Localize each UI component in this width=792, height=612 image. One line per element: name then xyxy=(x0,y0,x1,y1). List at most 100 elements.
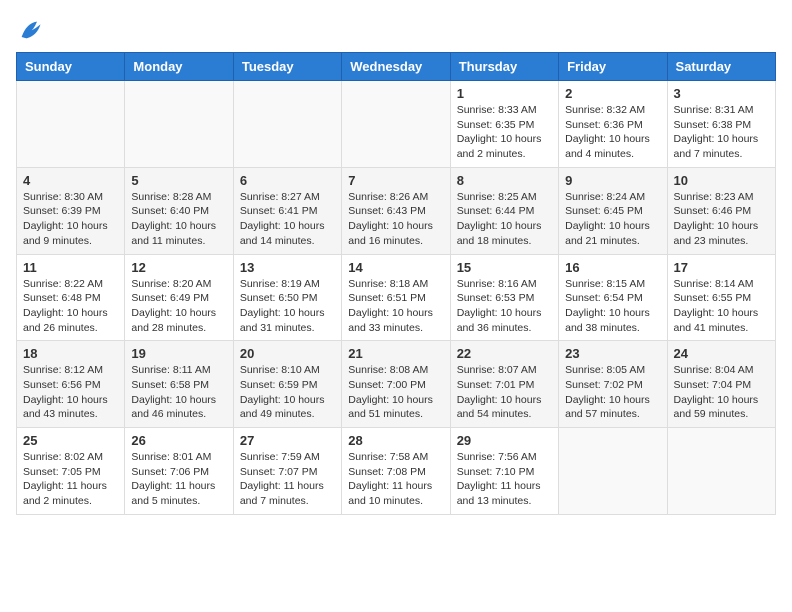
day-number: 14 xyxy=(348,260,443,275)
day-info: Sunrise: 8:16 AM Sunset: 6:53 PM Dayligh… xyxy=(457,277,552,336)
day-info: Sunrise: 8:28 AM Sunset: 6:40 PM Dayligh… xyxy=(131,190,226,249)
calendar-cell: 9 Sunrise: 8:24 AM Sunset: 6:45 PM Daylig… xyxy=(559,167,667,254)
calendar-table: SundayMondayTuesdayWednesdayThursdayFrid… xyxy=(16,52,776,515)
day-info: Sunrise: 8:07 AM Sunset: 7:01 PM Dayligh… xyxy=(457,363,552,422)
day-info: Sunrise: 8:14 AM Sunset: 6:55 PM Dayligh… xyxy=(674,277,769,336)
calendar-week-4: 18Sunrise: 8:12 AM Sunset: 6:56 PM Dayli… xyxy=(17,341,776,428)
day-info: Sunrise: 8:33 AM Sunset: 6:35 PM Dayligh… xyxy=(457,103,552,162)
calendar-cell: 24Sunrise: 8:04 AM Sunset: 7:04 PM Dayli… xyxy=(667,341,775,428)
column-header-tuesday: Tuesday xyxy=(233,53,341,81)
day-number: 25 xyxy=(23,433,118,448)
day-number: 6 xyxy=(240,173,335,188)
calendar-cell: 21 Sunrise: 8:08 AM Sunset: 7:00 PM Dayli… xyxy=(342,341,450,428)
calendar-cell: 6 Sunrise: 8:27 AM Sunset: 6:41 PM Daylig… xyxy=(233,167,341,254)
calendar-cell: 28Sunrise: 7:58 AM Sunset: 7:08 PM Dayli… xyxy=(342,428,450,515)
day-info: Sunrise: 8:18 AM Sunset: 6:51 PM Dayligh… xyxy=(348,277,443,336)
day-number: 18 xyxy=(23,346,118,361)
calendar-cell: 12 Sunrise: 8:20 AM Sunset: 6:49 PM Dayli… xyxy=(125,254,233,341)
calendar-cell: 13 Sunrise: 8:19 AM Sunset: 6:50 PM Dayli… xyxy=(233,254,341,341)
logo xyxy=(16,16,48,44)
calendar-cell: 19 Sunrise: 8:11 AM Sunset: 6:58 PM Dayli… xyxy=(125,341,233,428)
day-info: Sunrise: 7:56 AM Sunset: 7:10 PM Dayligh… xyxy=(457,450,552,509)
calendar-cell: 26 Sunrise: 8:01 AM Sunset: 7:06 PM Dayli… xyxy=(125,428,233,515)
day-number: 2 xyxy=(565,86,660,101)
day-info: Sunrise: 8:30 AM Sunset: 6:39 PM Dayligh… xyxy=(23,190,118,249)
day-number: 16 xyxy=(565,260,660,275)
day-number: 22 xyxy=(457,346,552,361)
calendar-cell: 3 Sunrise: 8:31 AM Sunset: 6:38 PM Daylig… xyxy=(667,81,775,168)
calendar-cell xyxy=(233,81,341,168)
day-info: Sunrise: 8:08 AM Sunset: 7:00 PM Dayligh… xyxy=(348,363,443,422)
column-header-friday: Friday xyxy=(559,53,667,81)
calendar-cell: 5 Sunrise: 8:28 AM Sunset: 6:40 PM Daylig… xyxy=(125,167,233,254)
calendar-week-3: 11 Sunrise: 8:22 AM Sunset: 6:48 PM Dayli… xyxy=(17,254,776,341)
day-number: 21 xyxy=(348,346,443,361)
day-info: Sunrise: 8:22 AM Sunset: 6:48 PM Dayligh… xyxy=(23,277,118,336)
day-info: Sunrise: 8:31 AM Sunset: 6:38 PM Dayligh… xyxy=(674,103,769,162)
day-info: Sunrise: 8:04 AM Sunset: 7:04 PM Dayligh… xyxy=(674,363,769,422)
calendar-cell xyxy=(17,81,125,168)
day-info: Sunrise: 8:11 AM Sunset: 6:58 PM Dayligh… xyxy=(131,363,226,422)
day-info: Sunrise: 8:19 AM Sunset: 6:50 PM Dayligh… xyxy=(240,277,335,336)
day-number: 19 xyxy=(131,346,226,361)
day-number: 23 xyxy=(565,346,660,361)
column-header-monday: Monday xyxy=(125,53,233,81)
calendar-cell: 1Sunrise: 8:33 AM Sunset: 6:35 PM Daylig… xyxy=(450,81,558,168)
calendar-cell: 11 Sunrise: 8:22 AM Sunset: 6:48 PM Dayli… xyxy=(17,254,125,341)
day-number: 11 xyxy=(23,260,118,275)
day-number: 9 xyxy=(565,173,660,188)
calendar-cell: 8 Sunrise: 8:25 AM Sunset: 6:44 PM Daylig… xyxy=(450,167,558,254)
day-number: 17 xyxy=(674,260,769,275)
day-info: Sunrise: 7:59 AM Sunset: 7:07 PM Dayligh… xyxy=(240,450,335,509)
day-number: 8 xyxy=(457,173,552,188)
calendar-week-2: 4 Sunrise: 8:30 AM Sunset: 6:39 PM Daylig… xyxy=(17,167,776,254)
day-number: 28 xyxy=(348,433,443,448)
day-info: Sunrise: 8:25 AM Sunset: 6:44 PM Dayligh… xyxy=(457,190,552,249)
calendar-cell xyxy=(667,428,775,515)
day-info: Sunrise: 8:32 AM Sunset: 6:36 PM Dayligh… xyxy=(565,103,660,162)
day-info: Sunrise: 8:01 AM Sunset: 7:06 PM Dayligh… xyxy=(131,450,226,509)
column-header-sunday: Sunday xyxy=(17,53,125,81)
calendar-cell: 29 Sunrise: 7:56 AM Sunset: 7:10 PM Dayli… xyxy=(450,428,558,515)
day-info: Sunrise: 8:15 AM Sunset: 6:54 PM Dayligh… xyxy=(565,277,660,336)
day-number: 15 xyxy=(457,260,552,275)
calendar-cell: 17 Sunrise: 8:14 AM Sunset: 6:55 PM Dayli… xyxy=(667,254,775,341)
day-number: 3 xyxy=(674,86,769,101)
day-info: Sunrise: 8:02 AM Sunset: 7:05 PM Dayligh… xyxy=(23,450,118,509)
page-header xyxy=(16,16,776,44)
day-number: 7 xyxy=(348,173,443,188)
calendar-cell: 20 Sunrise: 8:10 AM Sunset: 6:59 PM Dayli… xyxy=(233,341,341,428)
calendar-header-row: SundayMondayTuesdayWednesdayThursdayFrid… xyxy=(17,53,776,81)
day-number: 26 xyxy=(131,433,226,448)
calendar-cell: 18Sunrise: 8:12 AM Sunset: 6:56 PM Dayli… xyxy=(17,341,125,428)
column-header-wednesday: Wednesday xyxy=(342,53,450,81)
day-info: Sunrise: 8:20 AM Sunset: 6:49 PM Dayligh… xyxy=(131,277,226,336)
calendar-cell: 25 Sunrise: 8:02 AM Sunset: 7:05 PM Dayli… xyxy=(17,428,125,515)
day-number: 29 xyxy=(457,433,552,448)
day-info: Sunrise: 8:05 AM Sunset: 7:02 PM Dayligh… xyxy=(565,363,660,422)
day-number: 27 xyxy=(240,433,335,448)
day-number: 5 xyxy=(131,173,226,188)
calendar-week-5: 25 Sunrise: 8:02 AM Sunset: 7:05 PM Dayli… xyxy=(17,428,776,515)
day-number: 20 xyxy=(240,346,335,361)
day-info: Sunrise: 8:24 AM Sunset: 6:45 PM Dayligh… xyxy=(565,190,660,249)
calendar-cell xyxy=(125,81,233,168)
calendar-cell: 7 Sunrise: 8:26 AM Sunset: 6:43 PM Daylig… xyxy=(342,167,450,254)
calendar-cell: 4 Sunrise: 8:30 AM Sunset: 6:39 PM Daylig… xyxy=(17,167,125,254)
calendar-cell: 10Sunrise: 8:23 AM Sunset: 6:46 PM Dayli… xyxy=(667,167,775,254)
day-info: Sunrise: 8:10 AM Sunset: 6:59 PM Dayligh… xyxy=(240,363,335,422)
calendar-cell: 22 Sunrise: 8:07 AM Sunset: 7:01 PM Dayli… xyxy=(450,341,558,428)
day-number: 13 xyxy=(240,260,335,275)
calendar-cell xyxy=(342,81,450,168)
logo-bird-icon xyxy=(16,16,44,44)
day-info: Sunrise: 8:27 AM Sunset: 6:41 PM Dayligh… xyxy=(240,190,335,249)
calendar-cell: 16 Sunrise: 8:15 AM Sunset: 6:54 PM Dayli… xyxy=(559,254,667,341)
calendar-week-1: 1Sunrise: 8:33 AM Sunset: 6:35 PM Daylig… xyxy=(17,81,776,168)
calendar-cell: 14 Sunrise: 8:18 AM Sunset: 6:51 PM Dayli… xyxy=(342,254,450,341)
day-number: 12 xyxy=(131,260,226,275)
column-header-saturday: Saturday xyxy=(667,53,775,81)
day-number: 4 xyxy=(23,173,118,188)
calendar-cell: 2 Sunrise: 8:32 AM Sunset: 6:36 PM Daylig… xyxy=(559,81,667,168)
calendar-cell: 27 Sunrise: 7:59 AM Sunset: 7:07 PM Dayli… xyxy=(233,428,341,515)
day-info: Sunrise: 8:26 AM Sunset: 6:43 PM Dayligh… xyxy=(348,190,443,249)
